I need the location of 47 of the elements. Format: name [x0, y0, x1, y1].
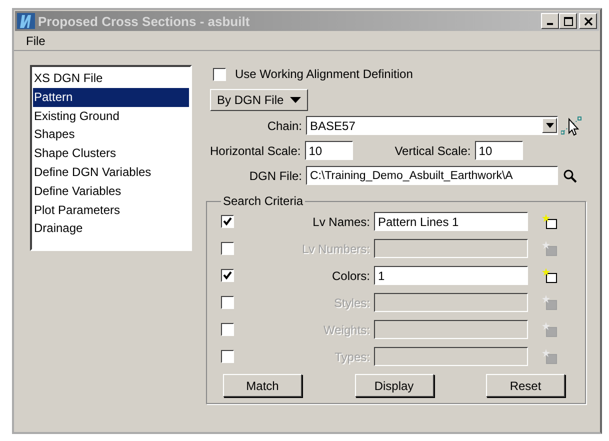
folder-star-icon[interactable] — [542, 294, 558, 310]
list-item[interactable]: Pattern — [33, 88, 189, 107]
minimize-button[interactable] — [541, 13, 559, 29]
checkbox[interactable] — [213, 68, 226, 80]
list-item[interactable]: Define Variables — [33, 182, 189, 201]
criteria-field[interactable]: Pattern Lines 1 — [374, 212, 528, 231]
checkbox-label: Use Working Alignment Definition — [235, 67, 413, 81]
caret-icon — [290, 97, 301, 103]
list-item[interactable]: Define DGN Variables — [33, 162, 189, 182]
list-item[interactable]: Shapes — [33, 125, 189, 144]
close-icon — [584, 16, 592, 26]
horizontal-scale-field[interactable]: 10 — [304, 141, 353, 160]
list-item[interactable]: XS DGN File — [33, 69, 189, 88]
folder-star-icon[interactable] — [542, 268, 558, 284]
action-button[interactable]: Match — [223, 374, 302, 397]
app-logo-icon — [17, 13, 35, 29]
group-title: Search Criteria — [222, 194, 304, 208]
cursor-select-icon[interactable] — [561, 116, 583, 136]
chain-combobox[interactable]: BASE57 — [306, 116, 558, 135]
folder-star-icon[interactable] — [542, 214, 558, 230]
folder-star-icon[interactable] — [542, 240, 558, 256]
action-button[interactable]: Reset — [486, 374, 565, 397]
dgn-file-field[interactable]: C:\Training_Demo_Asbuilt_Earthwork\A — [306, 166, 558, 185]
window-title: Proposed Cross Sections - asbuilt — [38, 14, 251, 28]
field-label: DGN File: — [248, 168, 302, 182]
list-item[interactable]: Existing Ground — [33, 106, 189, 126]
list-item[interactable]: Plot Parameters — [33, 200, 189, 220]
field-label: Lv Names: — [312, 214, 371, 228]
close-button[interactable] — [579, 13, 597, 29]
list-item[interactable]: Drainage — [33, 219, 189, 238]
field-label: Chain: — [266, 118, 302, 132]
mode-dropdown[interactable]: By DGN File — [210, 89, 308, 111]
checkbox[interactable] — [221, 215, 234, 228]
maximize-icon — [564, 16, 572, 26]
field-label: Vertical Scale: — [394, 144, 471, 158]
criteria-field[interactable]: 1 — [374, 266, 528, 285]
field-label: Horizontal Scale: — [210, 144, 301, 158]
checkbox[interactable] — [221, 269, 234, 282]
menu-item[interactable]: File — [26, 34, 46, 48]
action-button[interactable]: Display — [354, 374, 434, 397]
vertical-scale-field[interactable]: 10 — [474, 141, 523, 160]
list-item[interactable]: Shape Clusters — [33, 144, 189, 163]
folder-star-icon[interactable] — [542, 348, 558, 364]
field-label: Colors: — [330, 268, 371, 282]
search-icon[interactable] — [563, 168, 577, 182]
maximize-button[interactable] — [559, 13, 577, 29]
folder-star-icon[interactable] — [542, 322, 558, 338]
